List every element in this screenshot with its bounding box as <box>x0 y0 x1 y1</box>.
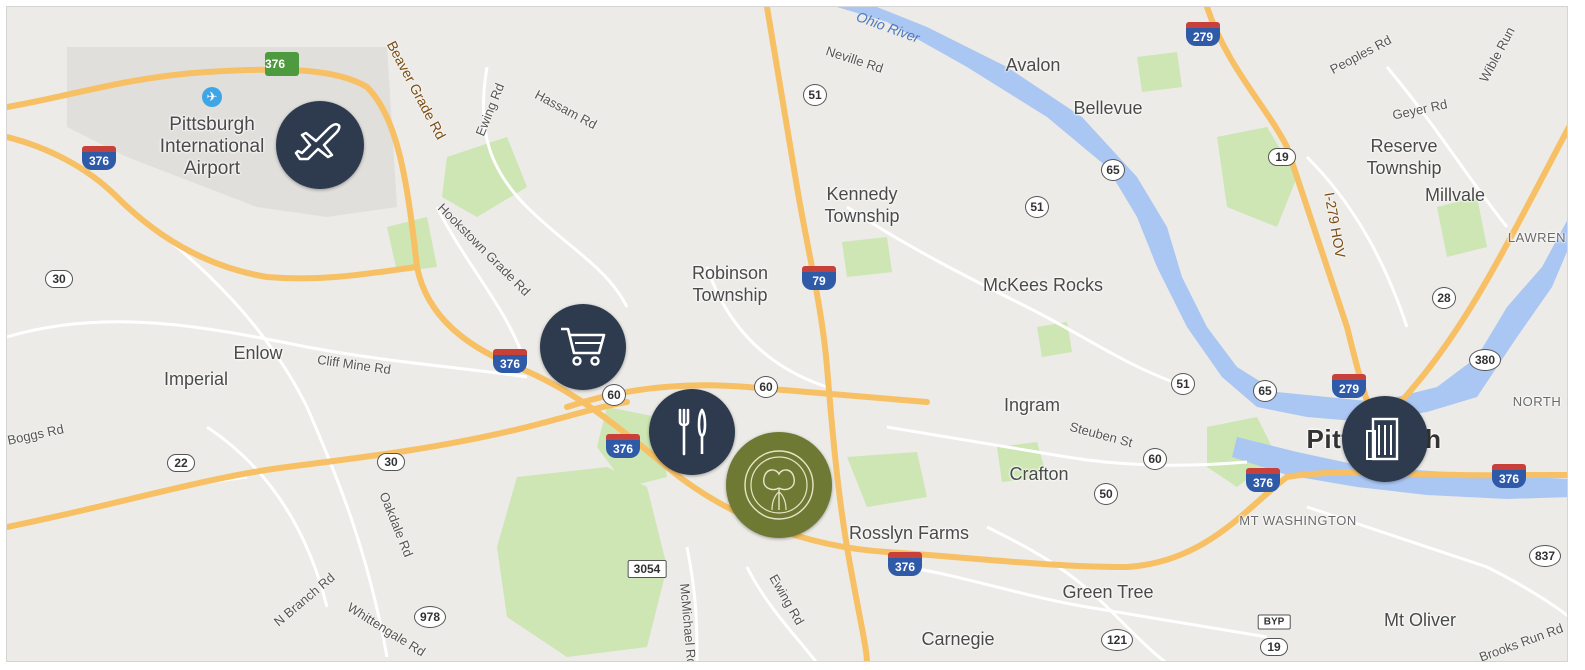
shield-us19-a: 19 <box>1268 148 1296 166</box>
shield-pa51-b: 51 <box>1025 196 1049 218</box>
shield-us22: 22 <box>167 454 195 472</box>
office-building-icon <box>1366 417 1399 461</box>
shield-i79: 79 <box>802 266 836 292</box>
place-bellevue: Bellevue <box>1073 98 1143 118</box>
place-mt-washington: MT WASHINGTON <box>1239 513 1357 528</box>
place-rosslyn-farms: Rosslyn Farms <box>848 523 970 543</box>
shield-i376-e: 376 <box>888 552 922 578</box>
place-pittsburgh-international-airport: Pittsburgh International Airport <box>160 114 265 180</box>
airport-pin-icon: ✈ <box>202 87 222 107</box>
map-view[interactable]: Pittsburgh International Airport ✈ Robin… <box>6 6 1568 662</box>
shield-pa51-a: 51 <box>803 84 827 106</box>
place-crafton: Crafton <box>1009 464 1069 484</box>
shopping-cart-icon <box>561 327 606 366</box>
shield-pa65-a: 65 <box>1101 159 1125 181</box>
place-carnegie: Carnegie <box>921 629 995 649</box>
shield-us30-b: 30 <box>377 453 405 471</box>
shield-i376-c: 376 <box>493 349 527 375</box>
shield-pa51-c: 51 <box>1171 373 1195 395</box>
shield-sr3054: 3054 <box>627 560 667 578</box>
place-millvale: Millvale <box>1424 185 1486 205</box>
place-imperial: Imperial <box>163 369 229 389</box>
shield-i376-b: 376 <box>82 146 116 172</box>
place-north: NORTH <box>1512 394 1562 409</box>
shield-pa60-c: 60 <box>1143 448 1167 470</box>
map-base <box>7 7 1567 661</box>
shield-i279-b: 279 <box>1332 374 1366 400</box>
place-green-tree: Green Tree <box>1062 582 1154 602</box>
place-mt-oliver: Mt Oliver <box>1384 610 1456 630</box>
shield-pa837: 837 <box>1529 545 1561 567</box>
shield-i376-f: 376 <box>1246 468 1280 494</box>
place-avalon: Avalon <box>1005 55 1061 75</box>
place-reserve-township: Reserve Township <box>1366 136 1442 178</box>
place-enlow: Enlow <box>233 343 283 363</box>
airport-marker[interactable] <box>276 101 364 189</box>
shield-pa978: 978 <box>414 606 446 628</box>
shield-pa380: 380 <box>1469 349 1501 371</box>
shield-us30-a: 30 <box>45 270 73 288</box>
airport-icon <box>294 122 341 161</box>
shield-pa65-b: 65 <box>1253 380 1277 402</box>
place-lawrenceville: LAWREN <box>1507 230 1567 245</box>
shield-pa60-b: 60 <box>754 376 778 398</box>
shield-pa121: 121 <box>1101 629 1133 651</box>
tree-logo-icon <box>744 450 814 520</box>
shield-pa28: 28 <box>1432 287 1456 309</box>
shield-i279-a: 279 <box>1186 22 1220 48</box>
city-marker[interactable] <box>1342 396 1428 482</box>
shield-pa50: 50 <box>1094 483 1118 505</box>
place-kennedy-township: Kennedy Township <box>824 184 900 226</box>
shield-i376-a: 376 <box>265 52 299 78</box>
shield-byp: BYP <box>1257 614 1291 630</box>
shield-us19-b: 19 <box>1260 638 1288 656</box>
dining-marker[interactable] <box>649 389 735 475</box>
place-mckees-rocks: McKees Rocks <box>982 275 1104 295</box>
place-robinson-township: Robinson Township <box>691 263 769 305</box>
shield-i376-d: 376 <box>606 434 640 460</box>
community-marker[interactable] <box>726 432 832 538</box>
airport-label: Pittsburgh International Airport <box>159 114 265 179</box>
fork-knife-icon <box>678 408 707 456</box>
shopping-marker[interactable] <box>540 304 626 390</box>
shield-i376-g: 376 <box>1492 464 1526 490</box>
place-ingram: Ingram <box>1003 395 1061 415</box>
shield-pa60-a: 60 <box>602 384 626 406</box>
